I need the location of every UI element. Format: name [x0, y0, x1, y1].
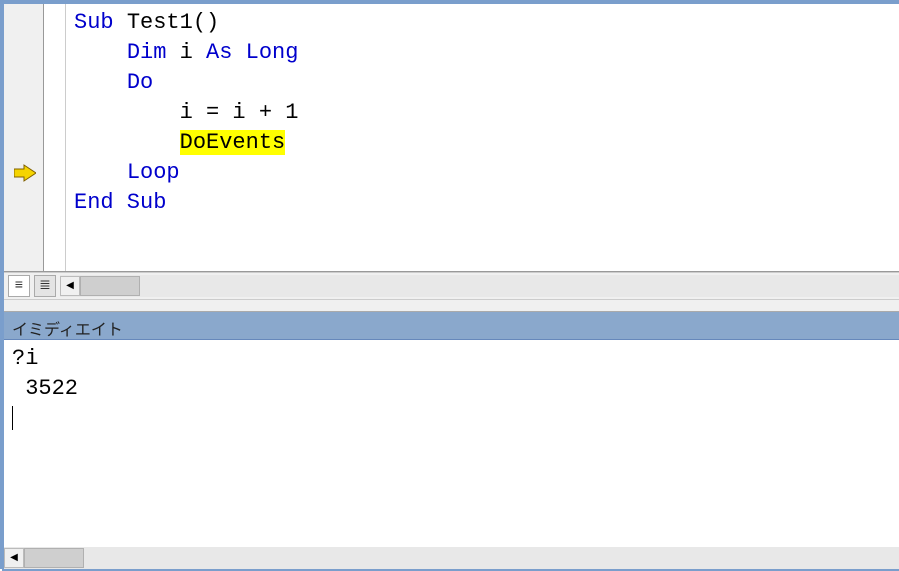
code-line[interactable]: Sub Test1(): [74, 8, 899, 38]
code-token: i: [180, 40, 206, 65]
code-line[interactable]: DoEvents: [74, 128, 899, 158]
immediate-window[interactable]: ?i 3522: [4, 340, 899, 547]
splitter[interactable]: [4, 300, 899, 312]
immediate-line[interactable]: ?i: [12, 344, 891, 374]
scroll-thumb[interactable]: [24, 548, 84, 568]
code-editor[interactable]: Sub Test1() Dim i As Long Do i = i + 1 D…: [4, 4, 899, 272]
scroll-left-button[interactable]: ◀: [60, 276, 80, 296]
immediate-horizontal-scrollbar[interactable]: ◀: [4, 547, 899, 569]
code-token: Test1(): [127, 10, 219, 35]
code-token: As Long: [206, 40, 298, 65]
code-line[interactable]: Do: [74, 68, 899, 98]
code-token: DoEvents: [180, 130, 286, 155]
code-token: End Sub: [74, 190, 166, 215]
scroll-thumb[interactable]: [80, 276, 140, 296]
code-token: Do: [127, 70, 153, 95]
immediate-window-header: イミディエイト: [4, 312, 899, 340]
code-line[interactable]: Loop: [74, 158, 899, 188]
code-line[interactable]: Dim i As Long: [74, 38, 899, 68]
code-token: Sub: [74, 10, 127, 35]
full-module-view-button[interactable]: ≣: [34, 275, 56, 297]
code-token: i = i + 1: [180, 100, 299, 125]
code-horizontal-scrollbar[interactable]: ◀: [60, 275, 899, 297]
indicator-margin: [4, 4, 44, 271]
code-line[interactable]: End Sub: [74, 188, 899, 218]
code-lines[interactable]: Sub Test1() Dim i As Long Do i = i + 1 D…: [66, 4, 899, 271]
current-line-arrow-icon: [14, 164, 36, 182]
immediate-line[interactable]: 3522: [12, 374, 891, 404]
code-line[interactable]: i = i + 1: [74, 98, 899, 128]
code-view-toolbar: ≡ ≣ ◀: [4, 272, 899, 300]
code-token: Loop: [127, 160, 180, 185]
code-token: Dim: [127, 40, 180, 65]
immediate-line[interactable]: [12, 404, 891, 434]
scroll-left-button[interactable]: ◀: [4, 548, 24, 568]
selection-margin: [44, 4, 66, 271]
procedure-view-button[interactable]: ≡: [8, 275, 30, 297]
text-cursor: [12, 406, 13, 430]
